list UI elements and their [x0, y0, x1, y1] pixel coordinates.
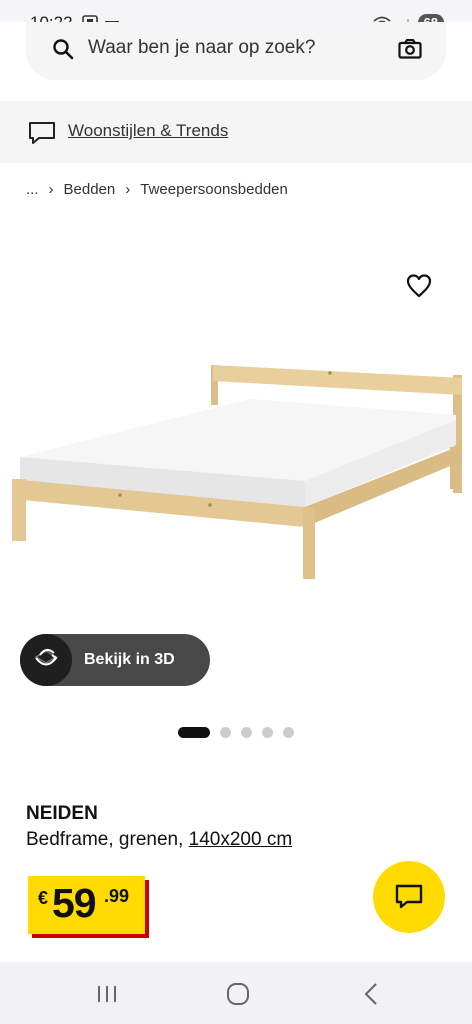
carousel-dot-2[interactable] — [220, 727, 231, 738]
rotate-3d-icon — [34, 649, 58, 666]
view3d-label: Bekijk in 3D — [84, 651, 175, 668]
breadcrumb-ellipsis[interactable]: ... — [26, 181, 39, 198]
carousel-dot-3[interactable] — [241, 727, 252, 738]
search-placeholder: Waar ben je naar op zoek? — [88, 37, 316, 58]
breadcrumb-item-tweepersoonsbedden[interactable]: Tweepersoonsbedden — [140, 181, 288, 198]
price-tag: € 59 .99 — [28, 876, 145, 934]
chat-bubble-icon — [29, 122, 55, 144]
carousel-dots — [178, 727, 294, 738]
chevron-right-icon: › — [125, 181, 131, 198]
carousel-dot-5[interactable] — [283, 727, 294, 738]
search-input[interactable]: Waar ben je naar op zoek? — [26, 22, 446, 80]
carousel-dot-4[interactable] — [262, 727, 273, 738]
recent-apps-icon[interactable] — [96, 984, 118, 1004]
chat-icon — [395, 884, 423, 909]
product-image[interactable] — [0, 215, 472, 635]
chat-button[interactable] — [373, 861, 445, 933]
system-nav-bar — [0, 962, 472, 1024]
camera-icon[interactable] — [398, 39, 422, 59]
product-desc-text: Bedframe, grenen, — [26, 829, 189, 850]
trends-banner[interactable]: Woonstijlen & Trends — [0, 101, 472, 163]
breadcrumb-item-bedden[interactable]: Bedden — [64, 181, 116, 198]
bed-frame-illustration — [12, 365, 462, 579]
back-icon[interactable] — [362, 982, 380, 1006]
trends-link[interactable]: Woonstijlen & Trends — [68, 121, 228, 141]
price-currency: € — [38, 888, 49, 908]
product-description: Bedframe, grenen, 140x200 cm — [26, 829, 292, 851]
chevron-right-icon: › — [48, 181, 54, 198]
view3d-icon-circle — [20, 634, 72, 686]
carousel-dot-1[interactable] — [178, 727, 210, 738]
breadcrumb: ... › Bedden › Tweepersoonsbedden — [26, 181, 288, 198]
price-integer: 59 — [52, 880, 97, 926]
product-name: NEIDEN — [26, 803, 98, 824]
price-decimal: .99 — [104, 886, 130, 906]
heart-icon[interactable] — [406, 274, 432, 298]
search-icon — [53, 39, 74, 60]
home-icon[interactable] — [226, 982, 250, 1006]
view-in-3d-button[interactable]: Bekijk in 3D — [20, 634, 210, 686]
search-area: Waar ben je naar op zoek? — [0, 22, 472, 100]
product-size-link[interactable]: 140x200 cm — [189, 829, 293, 850]
